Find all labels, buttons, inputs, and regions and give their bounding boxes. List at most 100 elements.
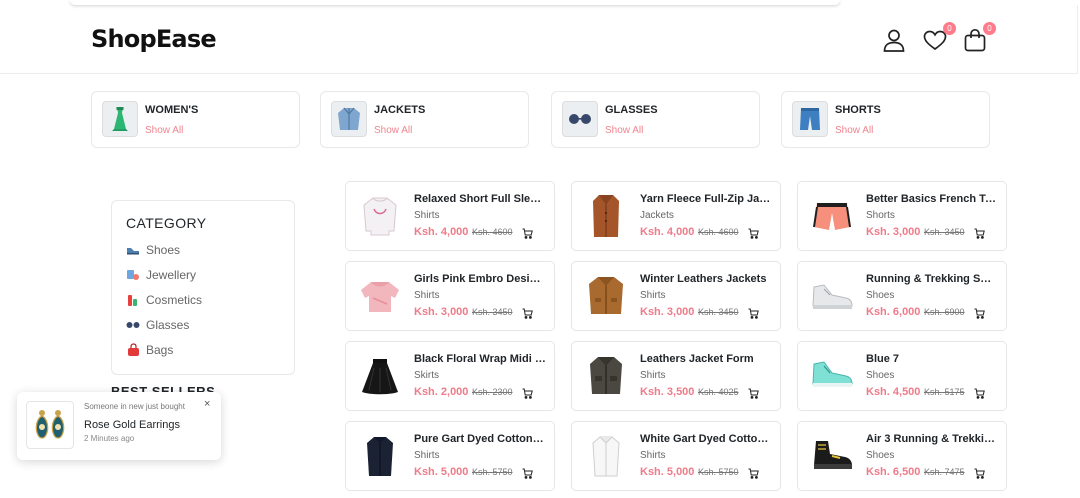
category-title: WOMEN'S — [145, 104, 199, 116]
product-category: Shirts — [640, 370, 666, 381]
product-old-price: Ksh. 3450 — [924, 227, 965, 237]
product-old-price: Ksh. 4600 — [698, 227, 739, 237]
product-name[interactable]: Air 3 Running & Trekking Shoes — [866, 433, 998, 445]
product-card[interactable]: Pure Gart Dyed Cotton Shirt Shirts Ksh. 5,… — [345, 421, 555, 491]
product-name[interactable]: Pure Gart Dyed Cotton Shirt — [414, 433, 546, 445]
product-old-price: Ksh. 5750 — [698, 467, 739, 477]
product-card[interactable]: Better Basics French Terry Shorts Shorts K… — [797, 181, 1007, 251]
product-name[interactable]: Winter Leathers Jackets — [640, 273, 772, 285]
product-price: Ksh. 5,000 — [414, 466, 469, 478]
shirt-dark-icon — [356, 432, 404, 480]
product-old-price: Ksh. 3450 — [472, 307, 513, 317]
product-price: Ksh. 5,000 — [640, 466, 695, 478]
add-to-cart-icon[interactable] — [522, 226, 533, 239]
add-to-cart-icon[interactable] — [748, 226, 759, 239]
product-price: Ksh. 3,000 — [866, 226, 921, 238]
product-price: Ksh. 3,000 — [414, 306, 469, 318]
product-card[interactable]: Black Floral Wrap Midi Skirt Skirts Ksh. 2… — [345, 341, 555, 411]
product-card[interactable]: Air 3 Running & Trekking Shoes Shoes Ksh. … — [797, 421, 1007, 491]
cart-button[interactable]: 0 — [962, 22, 996, 53]
category-card-womens[interactable]: WOMEN'S Show All — [91, 91, 300, 148]
product-old-price: Ksh. 6900 — [924, 307, 965, 317]
add-to-cart-icon[interactable] — [522, 386, 533, 399]
sidebar-item-shoes[interactable]: Shoes — [126, 241, 180, 259]
add-to-cart-icon[interactable] — [748, 306, 759, 319]
dress-icon — [102, 101, 138, 137]
product-old-price: Ksh. 3450 — [698, 307, 739, 317]
category-title: GLASSES — [605, 104, 658, 116]
product-category: Shirts — [414, 450, 440, 461]
shoe-icon — [126, 243, 140, 257]
user-icon — [883, 29, 905, 52]
shorts-icon — [792, 101, 828, 137]
product-name[interactable]: Girls Pink Embro Design Top — [414, 273, 546, 285]
wishlist-count-badge: 0 — [943, 22, 956, 35]
recent-purchase-popup: Someone in new just bought Rose Gold Ear… — [17, 392, 221, 460]
add-to-cart-icon[interactable] — [748, 386, 759, 399]
product-category: Shirts — [640, 290, 666, 301]
product-price: Ksh. 4,000 — [640, 226, 695, 238]
sidebar-item-bags[interactable]: Bags — [126, 341, 173, 359]
product-price: Ksh. 6,000 — [866, 306, 921, 318]
product-old-price: Ksh. 5175 — [924, 387, 965, 397]
product-card[interactable]: Running & Trekking Shoes - White Shoes Ksh… — [797, 261, 1007, 331]
product-name[interactable]: Relaxed Short Full Sleeve T-Shirt — [414, 193, 546, 205]
product-old-price: Ksh. 4600 — [472, 227, 513, 237]
sidebar-item-glasses[interactable]: Glasses — [126, 316, 189, 334]
sidebar-item-label: Shoes — [146, 243, 181, 257]
product-card[interactable]: Relaxed Short Full Sleeve T-Shirt Shirts K… — [345, 181, 555, 251]
product-name[interactable]: White Gart Dyed Cotton Shirt — [640, 433, 772, 445]
category-show-all-link[interactable]: Show All — [605, 125, 643, 136]
sidebar-item-jewellery[interactable]: Jewellery — [126, 266, 196, 284]
product-old-price: Ksh. 7475 — [924, 467, 965, 477]
add-to-cart-icon[interactable] — [522, 306, 533, 319]
sneaker-icon — [808, 272, 856, 320]
product-card[interactable]: Winter Leathers Jackets Shirts Ksh. 3,000 K… — [571, 261, 781, 331]
product-name[interactable]: Black Floral Wrap Midi Skirt — [414, 353, 546, 365]
category-card-jackets[interactable]: JACKETS Show All — [320, 91, 529, 148]
close-icon[interactable]: × — [204, 398, 210, 410]
category-show-all-link[interactable]: Show All — [374, 125, 412, 136]
sweater-icon — [356, 192, 404, 240]
product-price: Ksh. 4,000 — [414, 226, 469, 238]
popup-product-name[interactable]: Rose Gold Earrings — [84, 419, 180, 431]
product-name[interactable]: Yarn Fleece Full-Zip Jacket — [640, 193, 772, 205]
sidebar-item-label: Bags — [146, 343, 174, 357]
jacket-icon — [331, 101, 367, 137]
product-card[interactable]: Yarn Fleece Full-Zip Jacket Jackets Ksh. 4… — [571, 181, 781, 251]
wishlist-button[interactable]: 0 — [922, 22, 956, 53]
earrings-icon — [26, 401, 74, 449]
product-card[interactable]: Leathers Jacket Form Shirts Ksh. 3,500 Ksh.… — [571, 341, 781, 411]
coat-icon — [582, 192, 630, 240]
logo[interactable]: ShopEase — [91, 25, 217, 53]
product-name[interactable]: Better Basics French Terry Shorts — [866, 193, 998, 205]
category-sidebar: CATEGORY Shoes Jewellery Cosmetics Glass… — [111, 200, 295, 375]
add-to-cart-icon[interactable] — [974, 386, 985, 399]
product-name[interactable]: Running & Trekking Shoes - White — [866, 273, 998, 285]
category-card-shorts[interactable]: SHORTS Show All — [781, 91, 990, 148]
category-card-glasses[interactable]: GLASSES Show All — [551, 91, 760, 148]
product-old-price: Ksh. 5750 — [472, 467, 513, 477]
user-account-button[interactable] — [881, 27, 907, 53]
product-category: Shirts — [414, 290, 440, 301]
add-to-cart-icon[interactable] — [748, 466, 759, 479]
product-card[interactable]: White Gart Dyed Cotton Shirt Shirts Ksh. 5… — [571, 421, 781, 491]
sidebar-item-label: Cosmetics — [146, 293, 203, 307]
sidebar-item-label: Jewellery — [146, 268, 197, 282]
add-to-cart-icon[interactable] — [522, 466, 533, 479]
add-to-cart-icon[interactable] — [974, 466, 985, 479]
add-to-cart-icon[interactable] — [974, 226, 985, 239]
add-to-cart-icon[interactable] — [974, 306, 985, 319]
category-title: SHORTS — [835, 104, 881, 116]
product-name[interactable]: Leathers Jacket Form — [640, 353, 772, 365]
blouse-icon — [356, 272, 404, 320]
product-card[interactable]: Girls Pink Embro Design Top Shirts Ksh. 3,… — [345, 261, 555, 331]
product-name[interactable]: Blue 7 — [866, 353, 998, 365]
cosmetics-icon — [126, 293, 140, 307]
sidebar-item-cosmetics[interactable]: Cosmetics — [126, 291, 202, 309]
header: ShopEase 0 0 — [0, 5, 1078, 74]
product-card[interactable]: Blue 7 Shoes Ksh. 4,500 Ksh. 5175 — [797, 341, 1007, 411]
category-show-all-link[interactable]: Show All — [145, 125, 183, 136]
glasses-icon — [562, 101, 598, 137]
category-show-all-link[interactable]: Show All — [835, 125, 873, 136]
